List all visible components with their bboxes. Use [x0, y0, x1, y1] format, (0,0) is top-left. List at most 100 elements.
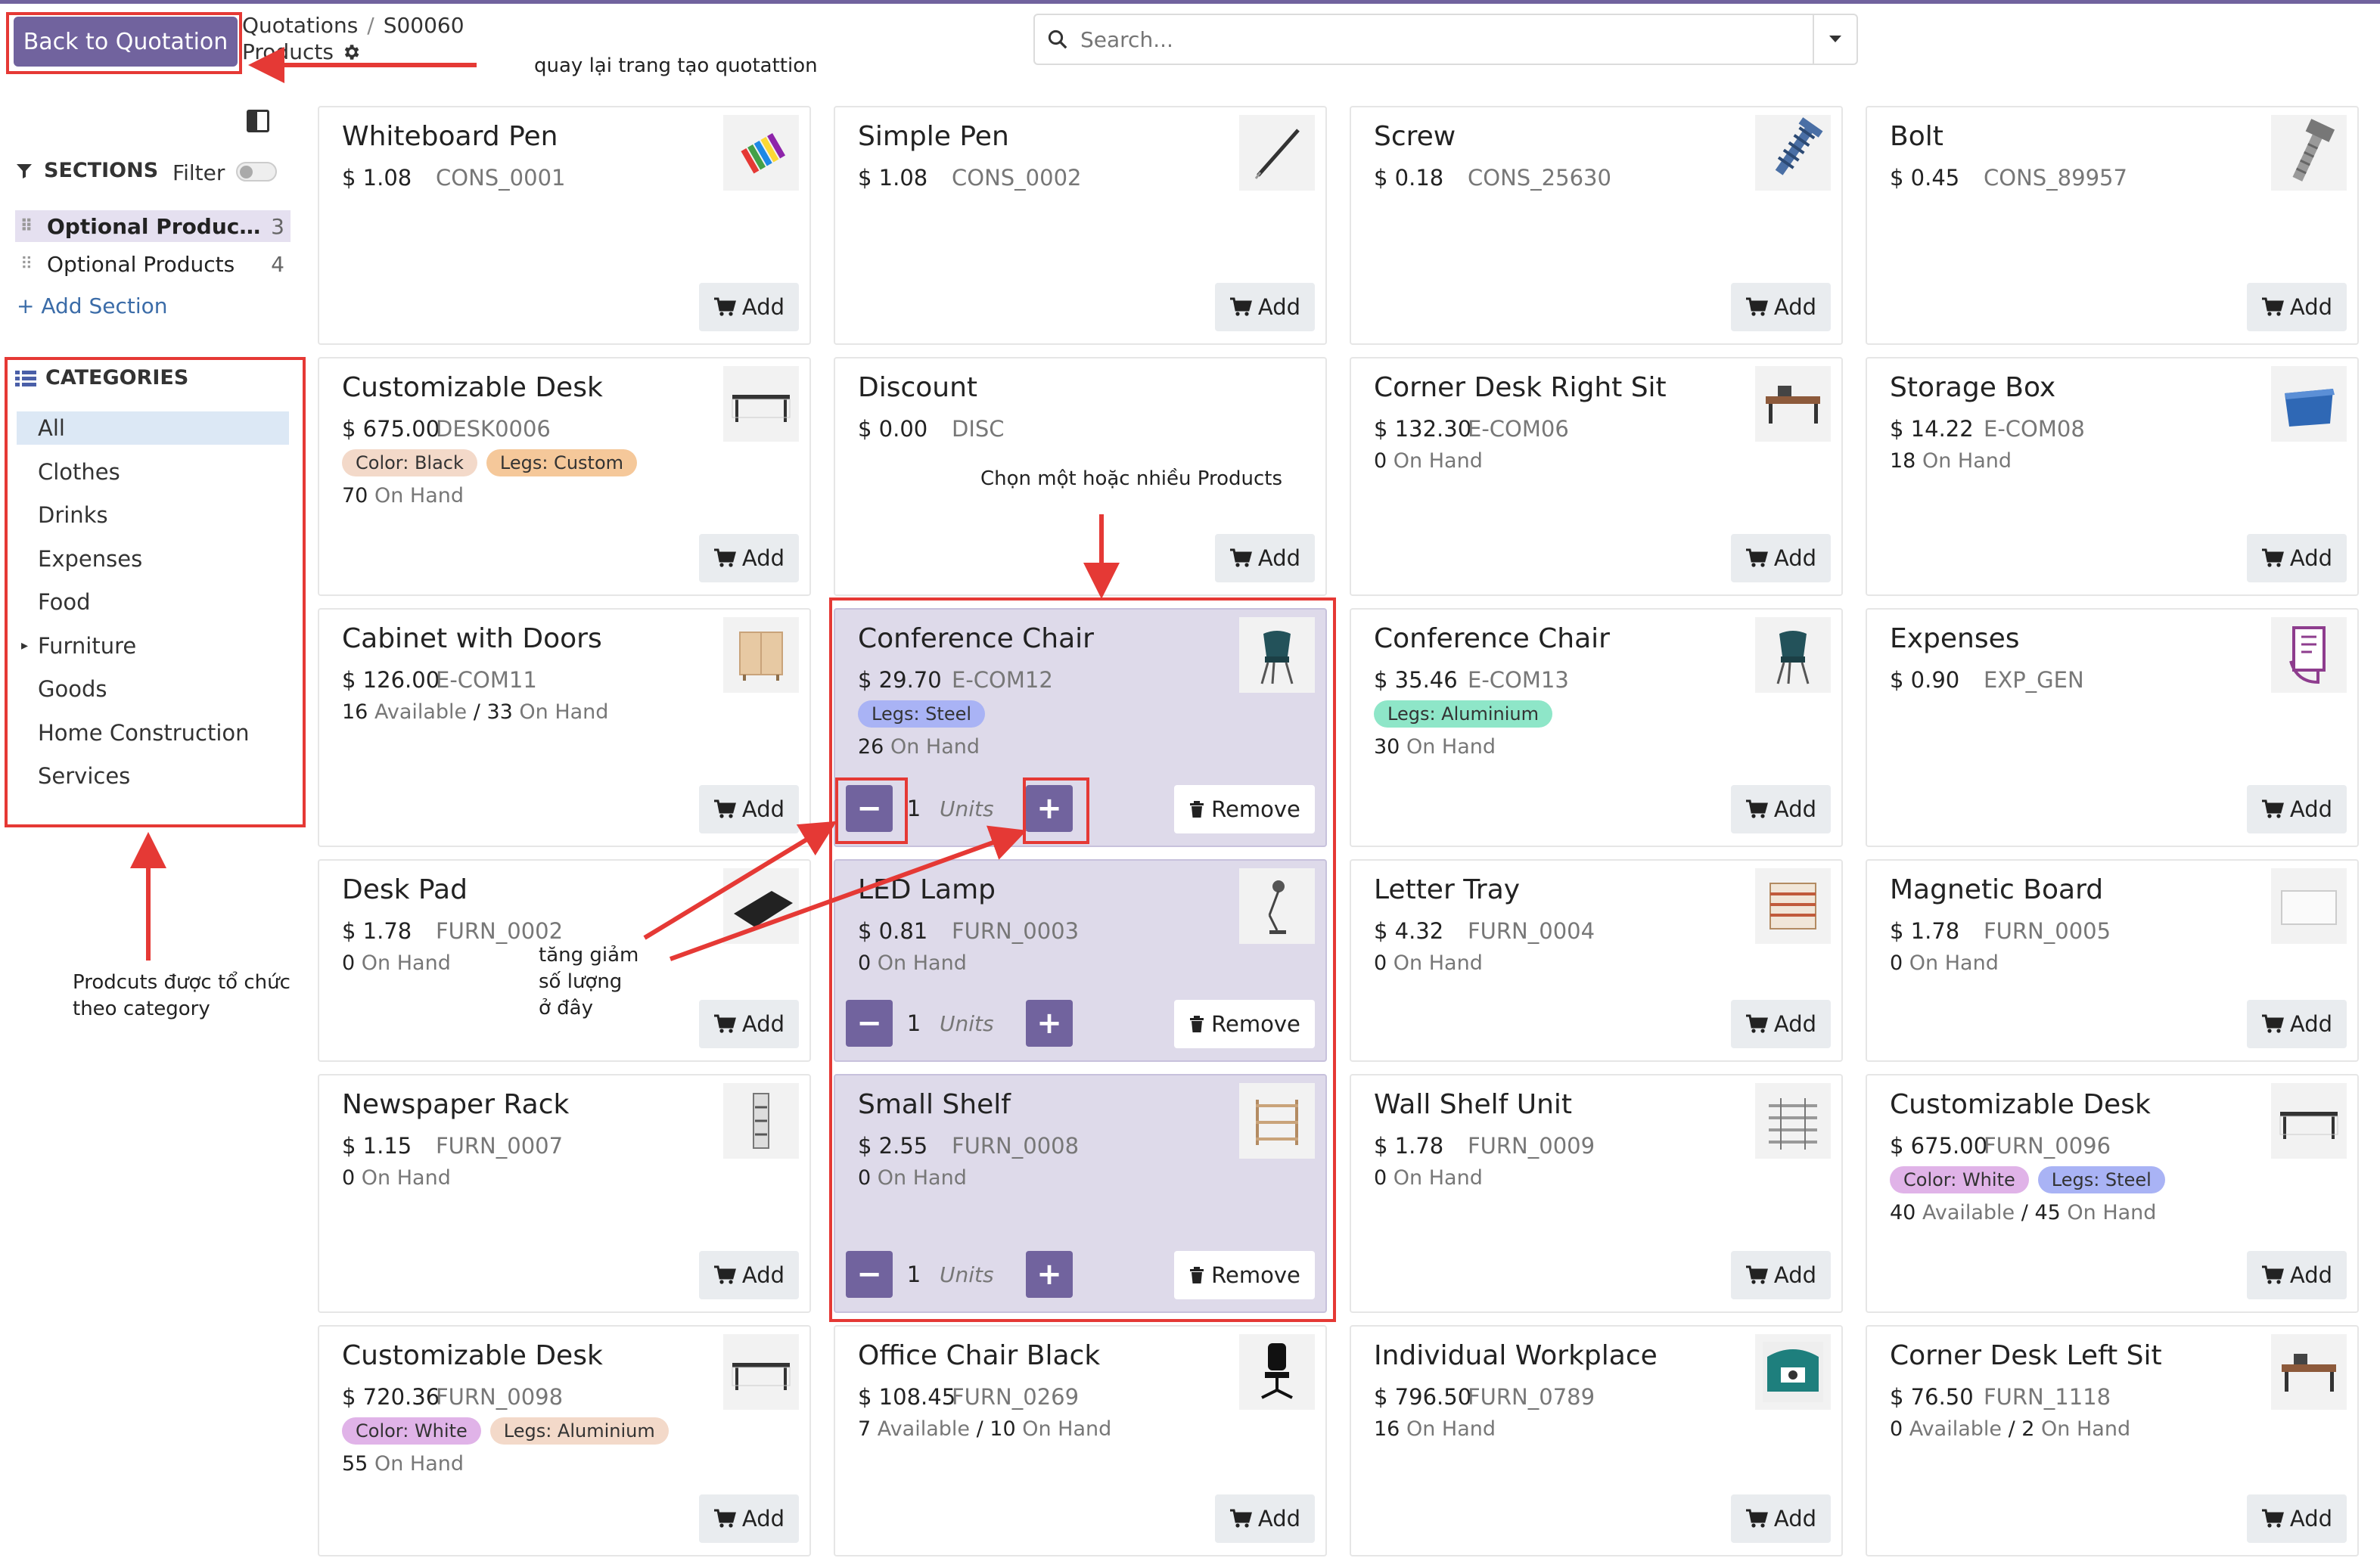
add-label: Add	[1257, 545, 1301, 571]
pen-icon	[1254, 129, 1300, 179]
product-code: CONS_25630	[1468, 165, 1611, 191]
add-button[interactable]: Add	[699, 283, 799, 331]
add-button[interactable]: Add	[699, 1251, 799, 1299]
add-button[interactable]: Add	[1215, 1494, 1315, 1543]
category-label: Services	[38, 763, 131, 789]
category-item[interactable]: Services	[17, 759, 289, 793]
product-card[interactable]: Magnetic Board $ 1.78 FURN_0005 0 On Hand Ad…	[1866, 859, 2359, 1062]
category-item[interactable]: Drinks	[17, 498, 289, 532]
product-card[interactable]: Cabinet with Doors $ 126.00 E-COM11 16 Avai…	[318, 608, 811, 847]
add-label: Add	[2289, 1506, 2333, 1532]
add-button[interactable]: Add	[1731, 785, 1831, 833]
add-label: Add	[741, 796, 785, 822]
product-price: $ 1.78	[342, 918, 412, 944]
drag-handle-icon[interactable]: ⠿	[15, 255, 38, 274]
board-icon	[2281, 890, 2337, 925]
product-card[interactable]: Individual Workplace $ 796.50 FURN_0789 16 …	[1350, 1325, 1843, 1556]
add-button[interactable]: Add	[1731, 283, 1831, 331]
attribute-tags: Color: White Legs: Steel	[1890, 1166, 2165, 1193]
section-item[interactable]: ⠿ Optional Products 4	[15, 248, 291, 280]
add-button[interactable]: Add	[1215, 534, 1315, 582]
add-button[interactable]: Add	[2247, 1000, 2347, 1048]
add-button[interactable]: Add	[1215, 283, 1315, 331]
add-button[interactable]: Add	[699, 1000, 799, 1048]
add-button[interactable]: Add	[1731, 1494, 1831, 1543]
on-hand-label: On Hand	[374, 1452, 464, 1476]
add-label: Add	[1773, 294, 1817, 320]
attribute-tags: Legs: Aluminium	[1374, 700, 1552, 728]
product-card[interactable]: Conference Chair $ 35.46 E-COM13 Legs: Alum…	[1350, 608, 1843, 847]
category-label: Drinks	[38, 502, 108, 528]
breadcrumb: Quotations / S00060	[242, 12, 465, 39]
on-hand-qty: 0	[1890, 951, 1903, 975]
product-card[interactable]: Newspaper Rack $ 1.15 FURN_0007 0 On Hand Ad…	[318, 1074, 811, 1313]
annotation-qty-line: tăng giảm	[539, 944, 639, 967]
product-card[interactable]: Wall Shelf Unit $ 1.78 FURN_0009 0 On Hand A…	[1350, 1074, 1843, 1313]
category-item[interactable]: Expenses	[17, 542, 289, 576]
available-qty: 0	[1890, 1417, 1903, 1441]
filter-toggle[interactable]	[236, 162, 277, 182]
product-card[interactable]: Office Chair Black $ 108.45 FURN_0269 7 Ava…	[834, 1325, 1327, 1556]
category-item[interactable]: Clothes	[17, 455, 289, 489]
product-image	[1239, 1334, 1315, 1410]
category-item[interactable]: Food	[17, 585, 289, 619]
add-button[interactable]: Add	[1731, 534, 1831, 582]
category-item[interactable]: All	[17, 411, 289, 445]
on-hand-label: On Hand	[361, 951, 451, 975]
drag-handle-icon[interactable]: ⠿	[15, 217, 38, 236]
product-card[interactable]: Simple Pen $ 1.08 CONS_0002 Add	[834, 106, 1327, 345]
stock-info: 40 Available / 45 On Hand	[1890, 1201, 2157, 1224]
add-button[interactable]: Add	[699, 534, 799, 582]
add-section-link[interactable]: + Add Section	[17, 293, 168, 318]
product-code: DESK0006	[436, 416, 551, 442]
desk-pad-icon	[734, 891, 793, 927]
product-price: $ 76.50	[1890, 1384, 1974, 1410]
product-card[interactable]: Corner Desk Left Sit $ 76.50 FURN_1118 0 Av…	[1866, 1325, 2359, 1556]
product-card[interactable]: Customizable Desk $ 675.00 FURN_0096 Color:…	[1866, 1074, 2359, 1313]
product-card[interactable]: Customizable Desk $ 720.36 FURN_0098 Color:…	[318, 1325, 811, 1556]
product-card[interactable]: Bolt $ 0.45 CONS_89957 Add	[1866, 106, 2359, 345]
cart-icon	[2261, 1509, 2284, 1528]
product-card[interactable]: Storage Box $ 14.22 E-COM08 18 On Hand Add	[1866, 357, 2359, 596]
category-item[interactable]: Goods	[17, 672, 289, 706]
attribute-tag: Legs: Steel	[2037, 1166, 2165, 1193]
add-button[interactable]: Add	[699, 1494, 799, 1543]
category-item[interactable]: ▸ Furniture	[17, 629, 289, 663]
product-name: Conference Chair	[1374, 623, 1610, 654]
product-name: Office Chair Black	[858, 1340, 1101, 1371]
category-item[interactable]: Home Construction	[17, 716, 289, 750]
add-button[interactable]: Add	[699, 785, 799, 833]
product-code: FURN_0098	[436, 1384, 564, 1410]
add-button[interactable]: Add	[2247, 1251, 2347, 1299]
product-price: $ 1.78	[1890, 918, 1960, 944]
section-item[interactable]: ⠿ Optional Product... 3	[15, 210, 291, 242]
breadcrumb-quotations[interactable]: Quotations	[242, 13, 358, 38]
add-button[interactable]: Add	[1731, 1251, 1831, 1299]
product-card[interactable]: Letter Tray $ 4.32 FURN_0004 0 On Hand Add	[1350, 859, 1843, 1062]
search-input[interactable]	[1080, 26, 1813, 52]
on-hand-label: On Hand	[1909, 951, 1999, 975]
search-dropdown-toggle[interactable]	[1813, 15, 1856, 64]
add-button[interactable]: Add	[2247, 534, 2347, 582]
categories-header: CATEGORIES	[15, 366, 188, 390]
product-card[interactable]: Customizable Desk $ 675.00 DESK0006 Color: …	[318, 357, 811, 596]
chair-icon	[1776, 631, 1810, 684]
gear-icon[interactable]	[341, 42, 361, 62]
add-button[interactable]: Add	[2247, 785, 2347, 833]
breadcrumb-record[interactable]: S00060	[384, 13, 465, 38]
product-card[interactable]: Expenses $ 0.90 EXP_GEN Add	[1866, 608, 2359, 847]
add-button[interactable]: Add	[2247, 1494, 2347, 1543]
expenses-icon	[2289, 626, 2326, 684]
add-button[interactable]: Add	[2247, 283, 2347, 331]
product-card[interactable]: Whiteboard Pen $ 1.08 CONS_0001 Add	[318, 106, 811, 345]
breadcrumb-separator: /	[367, 13, 374, 38]
annotation-category-text: Prodcuts được tổ chức theo category	[73, 970, 291, 1023]
add-button[interactable]: Add	[1731, 1000, 1831, 1048]
panel-toggle-icon[interactable]	[247, 110, 269, 132]
caret-right-icon[interactable]: ▸	[21, 638, 28, 653]
product-card[interactable]: Screw $ 0.18 CONS_25630 Add	[1350, 106, 1843, 345]
rack-icon	[753, 1093, 769, 1149]
product-code: FURN_0009	[1468, 1133, 1595, 1159]
stock-info: 55 On Hand	[342, 1452, 464, 1476]
product-card[interactable]: Corner Desk Right Sit $ 132.30 E-COM06 0 On…	[1350, 357, 1843, 596]
